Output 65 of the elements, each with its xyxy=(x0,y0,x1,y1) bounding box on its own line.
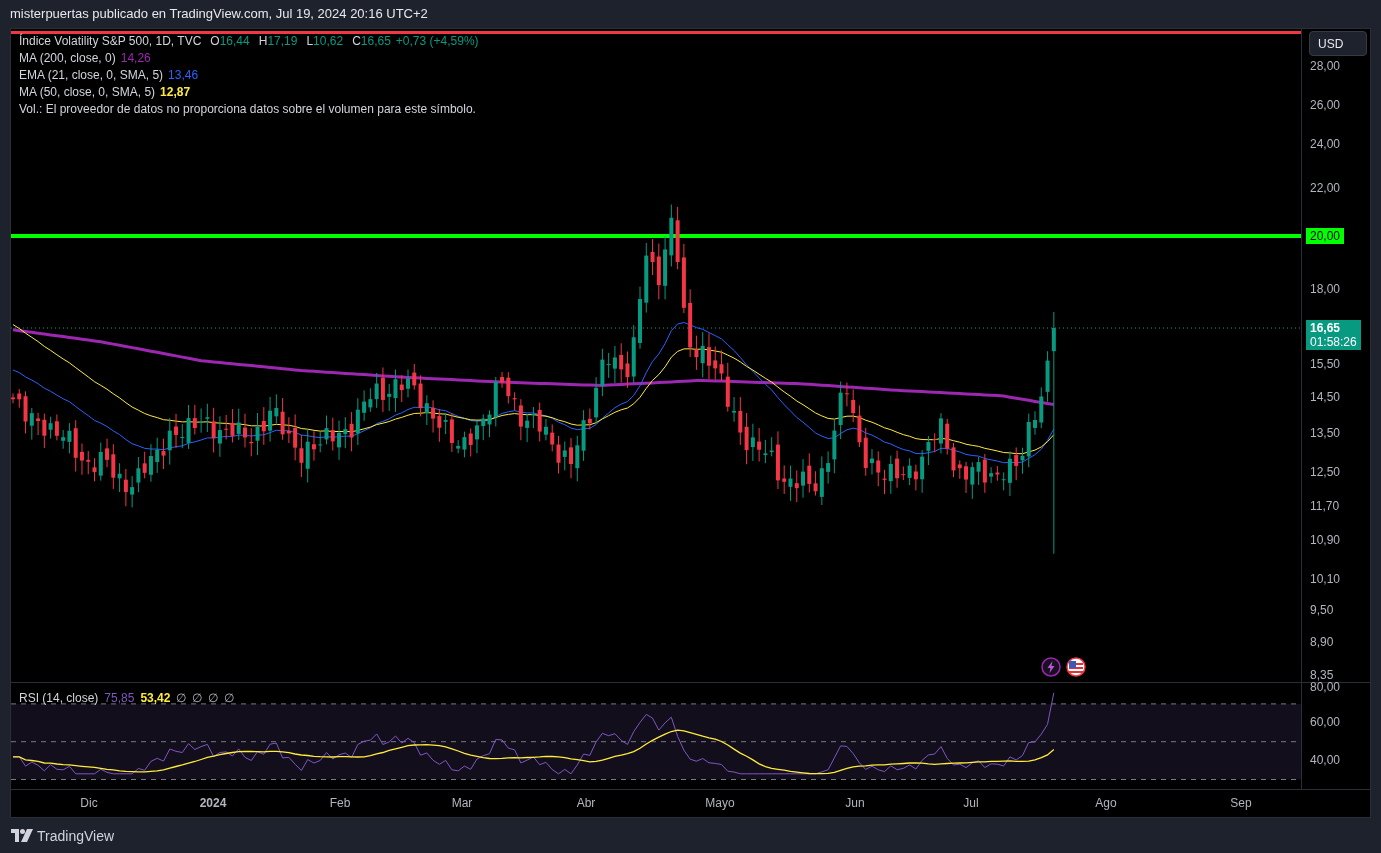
ohlc-value: H17,19 xyxy=(258,34,298,49)
rsi-axis-label: 60,00 xyxy=(1310,715,1341,729)
lightning-icon[interactable] xyxy=(1041,657,1061,677)
candlestick xyxy=(174,413,178,449)
price-axis-label: 12,50 xyxy=(1310,465,1341,479)
price-change: +0,73 (+4,59%) xyxy=(395,34,479,49)
price-axis-label: 9,50 xyxy=(1310,603,1334,617)
empty-value: ∅ xyxy=(224,691,235,705)
time-axis-label: Dic xyxy=(80,796,98,810)
indicator-value: 75,85 xyxy=(104,691,135,705)
price-axis-label: 11,70 xyxy=(1310,499,1340,513)
indicator-value: 14,26 xyxy=(120,51,151,66)
flag-icon[interactable] xyxy=(1066,657,1086,677)
price-axis-label: 10,90 xyxy=(1310,533,1341,547)
price-axis-label: 15,50 xyxy=(1310,357,1341,371)
indicator-name: MA (50, close, 0, SMA, 5) xyxy=(19,85,156,100)
time-axis-label: 2024 xyxy=(199,796,227,810)
price-axis-label: 26,00 xyxy=(1310,98,1341,112)
price-axis-label: 22,00 xyxy=(1310,181,1341,195)
time-axis-label: Feb xyxy=(329,796,351,810)
price-axis-label: 14,50 xyxy=(1310,390,1341,404)
indicator-name: MA (200, close, 0) xyxy=(19,51,116,66)
time-axis-label: Jun xyxy=(845,796,865,810)
indicator-value: 13,46 xyxy=(168,68,199,83)
indicator-value: 12,87 xyxy=(160,85,191,100)
indicator-name: RSI (14, close) xyxy=(19,691,99,705)
ohlc-value: C16,65 xyxy=(352,34,391,49)
time-axis-label: Abr xyxy=(576,796,596,810)
time-axis-label: Ago xyxy=(1095,796,1117,810)
candlestick xyxy=(801,458,805,499)
time-axis-label: Sep xyxy=(1230,796,1252,810)
empty-value: ∅ xyxy=(208,691,219,705)
price-axis-label: 8,90 xyxy=(1310,635,1334,649)
publication-caption: misterpuertas publicado en TradingView.com, Jul 19, 2024 20:16 UTC+2 xyxy=(9,5,429,23)
time-axis-label: Mayo xyxy=(705,796,735,810)
candlestick xyxy=(475,420,479,454)
price-axis-label: 10,10 xyxy=(1310,572,1341,586)
candlestick xyxy=(638,286,642,350)
price-level-label: 20,00 xyxy=(1306,228,1345,244)
indicator-name: EMA (21, close, 0, SMA, 5) xyxy=(19,68,164,83)
price-axis-label: 18,00 xyxy=(1310,282,1341,296)
brand-name: TradingView xyxy=(37,827,115,844)
price-axis-label: 28,00 xyxy=(1310,59,1341,73)
time-axis-label: Jul xyxy=(963,796,979,810)
candlestick xyxy=(243,413,247,448)
candlestick xyxy=(11,392,15,404)
rsi-axis-label: 80,00 xyxy=(1310,680,1341,694)
rsi-axis-label: 40,00 xyxy=(1310,753,1341,767)
volume-note: Vol.: El proveedor de datos no proporciona datos sobre el volumen para este símbolo. xyxy=(19,102,476,117)
price-axis-label: 13,50 xyxy=(1310,426,1341,440)
indicator-value: 53,42 xyxy=(140,691,171,705)
candlestick xyxy=(406,369,410,398)
ohlc-value: O16,44 xyxy=(210,34,250,49)
price-axis-label: 8,35 xyxy=(1310,668,1334,682)
empty-value: ∅ xyxy=(192,691,203,705)
price-axis-label: 24,00 xyxy=(1310,137,1341,151)
candlestick xyxy=(1033,410,1037,436)
time-axis-label: Mar xyxy=(451,796,473,810)
symbol-title: Índice Volatility S&P 500, 1D, TVC xyxy=(19,34,202,49)
last-price-label: 16,65 01:58:26 xyxy=(1306,320,1361,350)
currency-button[interactable]: USD xyxy=(1309,31,1367,56)
ohlc-value: L10,62 xyxy=(306,34,344,49)
tradingview-logo-icon xyxy=(11,829,33,842)
empty-value: ∅ xyxy=(176,691,187,705)
candlestick xyxy=(870,448,874,475)
